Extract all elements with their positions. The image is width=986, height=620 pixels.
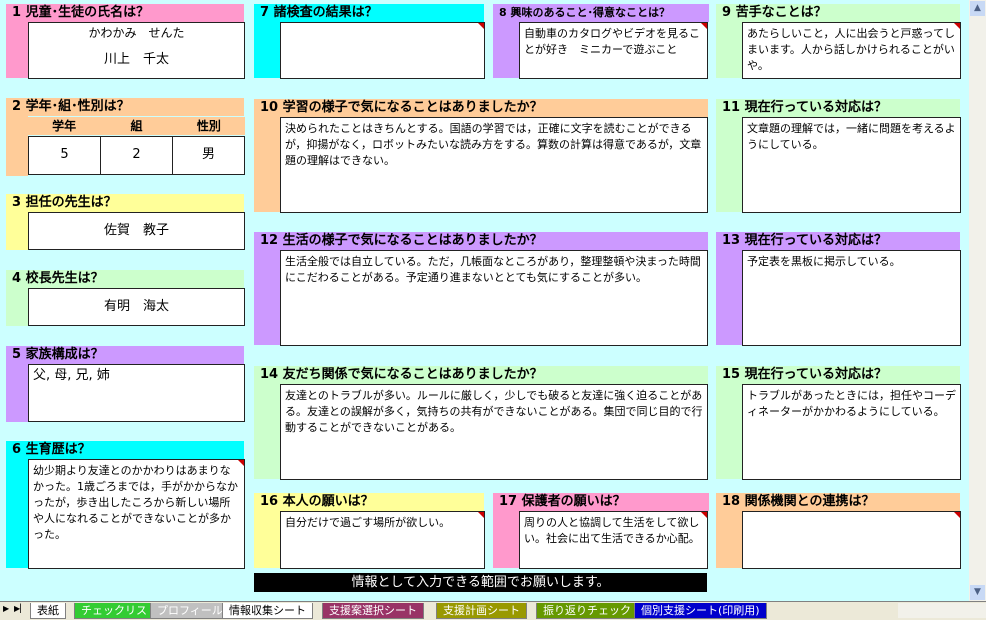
section-title: 4 校長先生は？ <box>6 270 244 288</box>
class-header: 組 <box>130 119 143 133</box>
guardian-wishes-text: 周りの人と協調して生活をして欲しい。社会に出て生活できるか心配。 <box>524 516 700 545</box>
sheet-tab-bar: ▶ ▶▏ 表紙 チェックリスト プロフィール 情報収集シート 支援案選択シート … <box>0 601 986 620</box>
learning-field[interactable]: 決められたことはきちんとする。国語の学習では，正確に文字を読むことができるが，抑… <box>280 117 708 213</box>
student-wishes-field[interactable]: 自分だけで過ごす場所が欲しい。 <box>280 511 485 569</box>
section-title: 12 生活の様子で気になることはありましたか？ <box>254 232 708 250</box>
section-title: 7 諸検査の結果は？ <box>254 4 484 22</box>
class-value[interactable]: 2 <box>101 137 173 174</box>
section-title: 10 学習の様子で気になることはありましたか？ <box>254 99 708 117</box>
scroll-up-icon[interactable]: ▲ <box>970 1 985 16</box>
section-title: 16 本人の願いは？ <box>254 493 484 511</box>
daily-life-response-text: 予定表を黒板に掲示している。 <box>747 255 901 268</box>
section-title: 13 現在行っている対応は？ <box>716 232 960 250</box>
grade-headers: 学年 組 性別 <box>28 117 245 135</box>
grade-value[interactable]: 5 <box>29 137 101 174</box>
friendships-text: 友達とのトラブルが多い。ルールに厳しく，少しでも破ると友達に強く迫ることがある。… <box>285 389 703 434</box>
family-field[interactable]: 父, 母, 兄, 姉 <box>28 364 245 422</box>
interests-text: 自動車のカタログやビデオを見ることが好き ミニカーで遊ぶこと <box>524 27 700 56</box>
sheet-tab-support-plan-select[interactable]: 支援案選択シート <box>322 603 424 619</box>
input-notice-banner: 情報として入力できる範囲でお願いします。 <box>254 573 707 592</box>
section-title: 8 興味のあること･得意なことは？ <box>493 4 709 22</box>
section-title: 17 保護者の願いは？ <box>493 493 709 511</box>
section-tab <box>6 441 28 568</box>
grade-values: 5 2 男 <box>28 136 245 175</box>
agency-coordination-field[interactable] <box>742 511 961 569</box>
comment-marker-icon <box>478 512 484 518</box>
friendships-response-text: トラブルがあったときには，担任やコーディネーターがかかわるようにしている。 <box>747 389 956 418</box>
interests-field[interactable]: 自動車のカタログやビデオを見ることが好き ミニカーで遊ぶこと <box>519 22 708 79</box>
sheet-tab-cover[interactable]: 表紙 <box>30 603 66 619</box>
guardian-wishes-field[interactable]: 周りの人と協調して生活をして欲しい。社会に出て生活できるか心配。 <box>519 511 708 569</box>
horizontal-scrollbar[interactable] <box>898 603 986 618</box>
growth-history-text: 幼少期より友達とのかかわりはあまりなかった。1歳ごろまでは，手がかからなかったが… <box>33 464 238 541</box>
daily-life-text: 生活全般では自立している。ただ，几帳面なところがあり，整理整頓や決まった時間にこ… <box>285 255 701 284</box>
section-title: 6 生育歴は？ <box>6 441 244 459</box>
comment-marker-icon <box>954 512 960 518</box>
learning-response-text: 文章題の理解では，一緒に問題を考えるようにしている。 <box>747 122 956 151</box>
comment-marker-icon <box>701 23 707 29</box>
daily-life-response-field[interactable]: 予定表を黒板に掲示している。 <box>742 250 961 346</box>
student-wishes-text: 自分だけで過ごす場所が欲しい。 <box>285 516 451 529</box>
section-title: 14 友だち関係で気になることはありましたか？ <box>254 366 708 384</box>
section-title: 5 家族構成は？ <box>6 346 244 364</box>
daily-life-field[interactable]: 生活全般では自立している。ただ，几帳面なところがあり，整理整頓や決まった時間にこ… <box>280 250 708 346</box>
tab-scroll-left-icon[interactable]: ▶ <box>3 604 9 613</box>
sheet-tab-review-check[interactable]: 振り返りチェック <box>536 603 638 619</box>
vertical-scrollbar[interactable]: ▲ ▼ <box>969 0 986 601</box>
comment-marker-icon <box>238 460 244 466</box>
friendships-field[interactable]: 友達とのトラブルが多い。ルールに厳しく，少しでも破ると友達に強く迫ることがある。… <box>280 384 708 480</box>
name-text: 川上 千太 <box>103 52 169 67</box>
grade-header: 学年 <box>52 119 77 133</box>
test-results-field[interactable] <box>280 22 485 79</box>
comment-marker-icon <box>701 512 707 518</box>
friendships-response-field[interactable]: トラブルがあったときには，担任やコーディネーターがかかわるようにしている。 <box>742 384 961 480</box>
difficulties-text: あたらしいこと，人に出会うと戸惑ってしまいます。人から話しかけられることがいや。 <box>747 27 956 72</box>
principal-name: 有明 海太 <box>103 299 169 314</box>
scroll-down-icon[interactable]: ▼ <box>970 585 985 600</box>
sheet-tab-support-plan[interactable]: 支援計画シート <box>436 603 527 619</box>
learning-response-field[interactable]: 文章題の理解では，一緒に問題を考えるようにしている。 <box>742 117 961 213</box>
section-title: 11 現在行っている対応は？ <box>716 99 960 117</box>
section-title: 9 苦手なことは？ <box>716 4 960 22</box>
section-title: 15 現在行っている対応は？ <box>716 366 960 384</box>
section-title: 2 学年･組･性別は？ <box>6 98 244 116</box>
gender-value[interactable]: 男 <box>173 137 244 174</box>
comment-marker-icon <box>954 23 960 29</box>
tab-scroll-right-icon[interactable]: ▶▏ <box>14 604 26 613</box>
family-text: 父, 母, 兄, 姉 <box>33 368 110 383</box>
comment-marker-icon <box>478 23 484 29</box>
name-field[interactable]: かわかみ せんた 川上 千太 <box>28 22 245 79</box>
sheet-tab-profile[interactable]: プロフィール <box>150 603 230 619</box>
learning-text: 決められたことはきちんとする。国語の学習では，正確に文字を読むことができるが，抑… <box>285 122 702 167</box>
gender-header: 性別 <box>196 119 221 133</box>
principal-field[interactable]: 有明 海太 <box>28 288 245 326</box>
furigana-text: かわかみ せんた <box>88 26 185 40</box>
sheet-tab-individual-support-print[interactable]: 個別支援シート(印刷用) <box>634 603 767 619</box>
sheet-tab-info-collection[interactable]: 情報収集シート <box>222 603 313 619</box>
growth-history-field[interactable]: 幼少期より友達とのかかわりはあまりなかった。1歳ごろまでは，手がかからなかったが… <box>28 459 245 569</box>
teacher-field[interactable]: 佐賀 教子 <box>28 212 245 250</box>
section-title: 3 担任の先生は？ <box>6 194 244 212</box>
teacher-name: 佐賀 教子 <box>103 223 169 238</box>
section-title: 18 関係機関との連携は？ <box>716 493 960 511</box>
section-title: 1 児童･生徒の氏名は？ <box>6 4 244 22</box>
difficulties-field[interactable]: あたらしいこと，人に出会うと戸惑ってしまいます。人から話しかけられることがいや。 <box>742 22 961 79</box>
